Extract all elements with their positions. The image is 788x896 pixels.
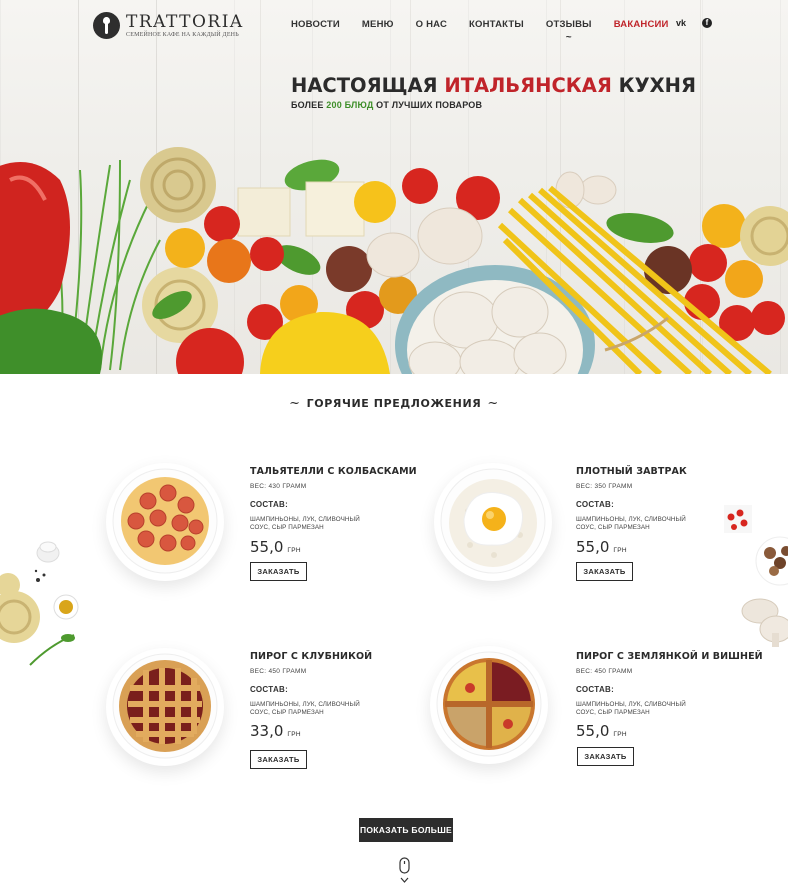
order-button[interactable]: ЗАКАЗАТЬ xyxy=(250,562,307,581)
dish-composition-label: СОСТАВ: xyxy=(576,685,615,694)
dish-price-currency: ГРН xyxy=(613,547,627,554)
swash-left: ~ xyxy=(289,396,301,411)
nav-item-about[interactable]: О НАС xyxy=(416,19,447,30)
hero-subtitle: БОЛЕЕ 200 БЛЮД ОТ ЛУЧШИХ ПОВАРОВ xyxy=(291,100,482,110)
hero-subtitle-accent: 200 БЛЮД xyxy=(326,100,374,110)
dish-weight: ВЕС: 450 ГРАММ xyxy=(576,668,633,675)
section-title-text: ГОРЯЧИЕ ПРЕДЛОЖЕНИЯ xyxy=(306,397,482,410)
order-button[interactable]: ЗАКАЗАТЬ xyxy=(250,750,307,769)
facebook-icon[interactable]: f xyxy=(702,18,713,28)
logo-icon xyxy=(93,12,120,39)
nav-item-contacts[interactable]: КОНТАКТЫ xyxy=(469,19,524,30)
dish-image[interactable] xyxy=(430,646,548,764)
dish-price-value: 55,0 xyxy=(576,538,610,556)
dish-composition: ШАМПИНЬОНЫ, ЛУК, СЛИВОЧНЫЙ СОУС, СЫР ПАР… xyxy=(250,516,360,531)
dish-image[interactable] xyxy=(106,648,224,766)
lattice-pie-image xyxy=(112,653,218,759)
hero-title-part2: КУХНЯ xyxy=(611,74,696,97)
berry-tart-image xyxy=(436,651,542,757)
dish-weight: ВЕС: 350 ГРАММ xyxy=(576,483,633,490)
hero-title-accent: ИТАЛЬЯНСКАЯ xyxy=(444,74,612,97)
nav-item-reviews-label: ОТЗЫВЫ xyxy=(545,19,592,30)
dish-price-value: 55,0 xyxy=(576,722,610,740)
dish-price: 33,0 ГРН xyxy=(250,722,301,740)
dish-composition-label: СОСТАВ: xyxy=(250,685,289,694)
dish-price-value: 33,0 xyxy=(250,722,284,740)
dish-title: ПИРОГ С КЛУБНИКОЙ xyxy=(250,651,373,662)
social-links: vk f xyxy=(676,18,713,28)
side-decor-right-image xyxy=(724,505,788,647)
logo[interactable]: TRATTORIA СЕМЕЙНОЕ КАФЕ НА КАЖДЫЙ ДЕНЬ xyxy=(93,12,244,39)
main-nav: НОВОСТИ МЕНЮ О НАС КОНТАКТЫ ОТЗЫВЫ ~ ВАК… xyxy=(291,19,691,43)
dish-price-currency: ГРН xyxy=(287,731,301,738)
dish-composition-label: СОСТАВ: xyxy=(250,500,289,509)
hero-title-part1: НАСТОЯЩАЯ xyxy=(291,74,445,97)
order-button[interactable]: ЗАКАЗАТЬ xyxy=(576,562,633,581)
dish-price: 55,0 ГРН xyxy=(250,538,301,556)
dish-composition: ШАМПИНЬОНЫ, ЛУК, СЛИВОЧНЫЙ СОУС, СЫР ПАР… xyxy=(576,516,686,531)
brand-name: TRATTORIA xyxy=(126,11,244,32)
dish-image[interactable] xyxy=(434,463,552,581)
dish-composition-label: СОСТАВ: xyxy=(576,500,615,509)
active-nav-marker: ~ xyxy=(565,32,572,43)
side-decor-left-image xyxy=(0,541,79,666)
dish-weight: ВЕС: 430 ГРАММ xyxy=(250,483,307,490)
vk-icon[interactable]: vk xyxy=(676,18,686,28)
show-more-button[interactable]: ПОКАЗАТЬ БОЛЬШЕ xyxy=(359,818,453,842)
order-button[interactable]: ЗАКАЗАТЬ xyxy=(577,747,634,766)
hero-banner: TRATTORIA СЕМЕЙНОЕ КАФЕ НА КАЖДЫЙ ДЕНЬ Н… xyxy=(0,0,788,374)
cheese-illustration xyxy=(237,187,291,237)
hero-subtitle-part2: ОТ ЛУЧШИХ ПОВАРОВ xyxy=(373,100,483,110)
fried-egg-rice-image xyxy=(440,468,546,574)
dish-price-value: 55,0 xyxy=(250,538,284,556)
nav-item-vacancies[interactable]: ВАКАНСИИ xyxy=(614,19,669,30)
dish-image[interactable] xyxy=(106,463,224,581)
dish-price-currency: ГРН xyxy=(287,547,301,554)
hero-subtitle-part1: БОЛЕЕ xyxy=(291,100,327,110)
scroll-mouse-icon[interactable] xyxy=(399,857,410,887)
dish-composition: ШАМПИНЬОНЫ, ЛУК, СЛИВОЧНЫЙ СОУС, СЫР ПАР… xyxy=(576,701,686,716)
dish-title: ПЛОТНЫЙ ЗАВТРАК xyxy=(576,466,687,477)
nav-item-menu[interactable]: МЕНЮ xyxy=(362,19,394,30)
dish-price-currency: ГРН xyxy=(613,731,627,738)
dish-price: 55,0 ГРН xyxy=(576,722,627,740)
swash-right: ~ xyxy=(487,396,499,411)
hero-vegetables-image xyxy=(0,147,788,374)
dish-weight: ВЕС: 450 ГРАММ xyxy=(250,668,307,675)
dish-price: 55,0 ГРН xyxy=(576,538,627,556)
nav-item-news[interactable]: НОВОСТИ xyxy=(291,19,340,30)
dish-title: ПИРОГ С ЗЕМЛЯНКОЙ И ВИШНЕЙ xyxy=(576,651,763,662)
hero-title: НАСТОЯЩАЯ ИТАЛЬЯНСКАЯ КУХНЯ xyxy=(291,74,696,97)
pasta-sausage-image xyxy=(112,468,218,574)
dish-composition: ШАМПИНЬОНЫ, ЛУК, СЛИВОЧНЫЙ СОУС, СЫР ПАР… xyxy=(250,701,360,716)
brand-tagline: СЕМЕЙНОЕ КАФЕ НА КАЖДЫЙ ДЕНЬ xyxy=(126,31,239,38)
nav-item-reviews[interactable]: ОТЗЫВЫ ~ xyxy=(545,19,592,43)
section-title: ~ ГОРЯЧИЕ ПРЕДЛОЖЕНИЯ ~ xyxy=(0,396,788,411)
dish-title: ТАЛЬЯТЕЛЛИ С КОЛБАСКАМИ xyxy=(250,466,417,477)
